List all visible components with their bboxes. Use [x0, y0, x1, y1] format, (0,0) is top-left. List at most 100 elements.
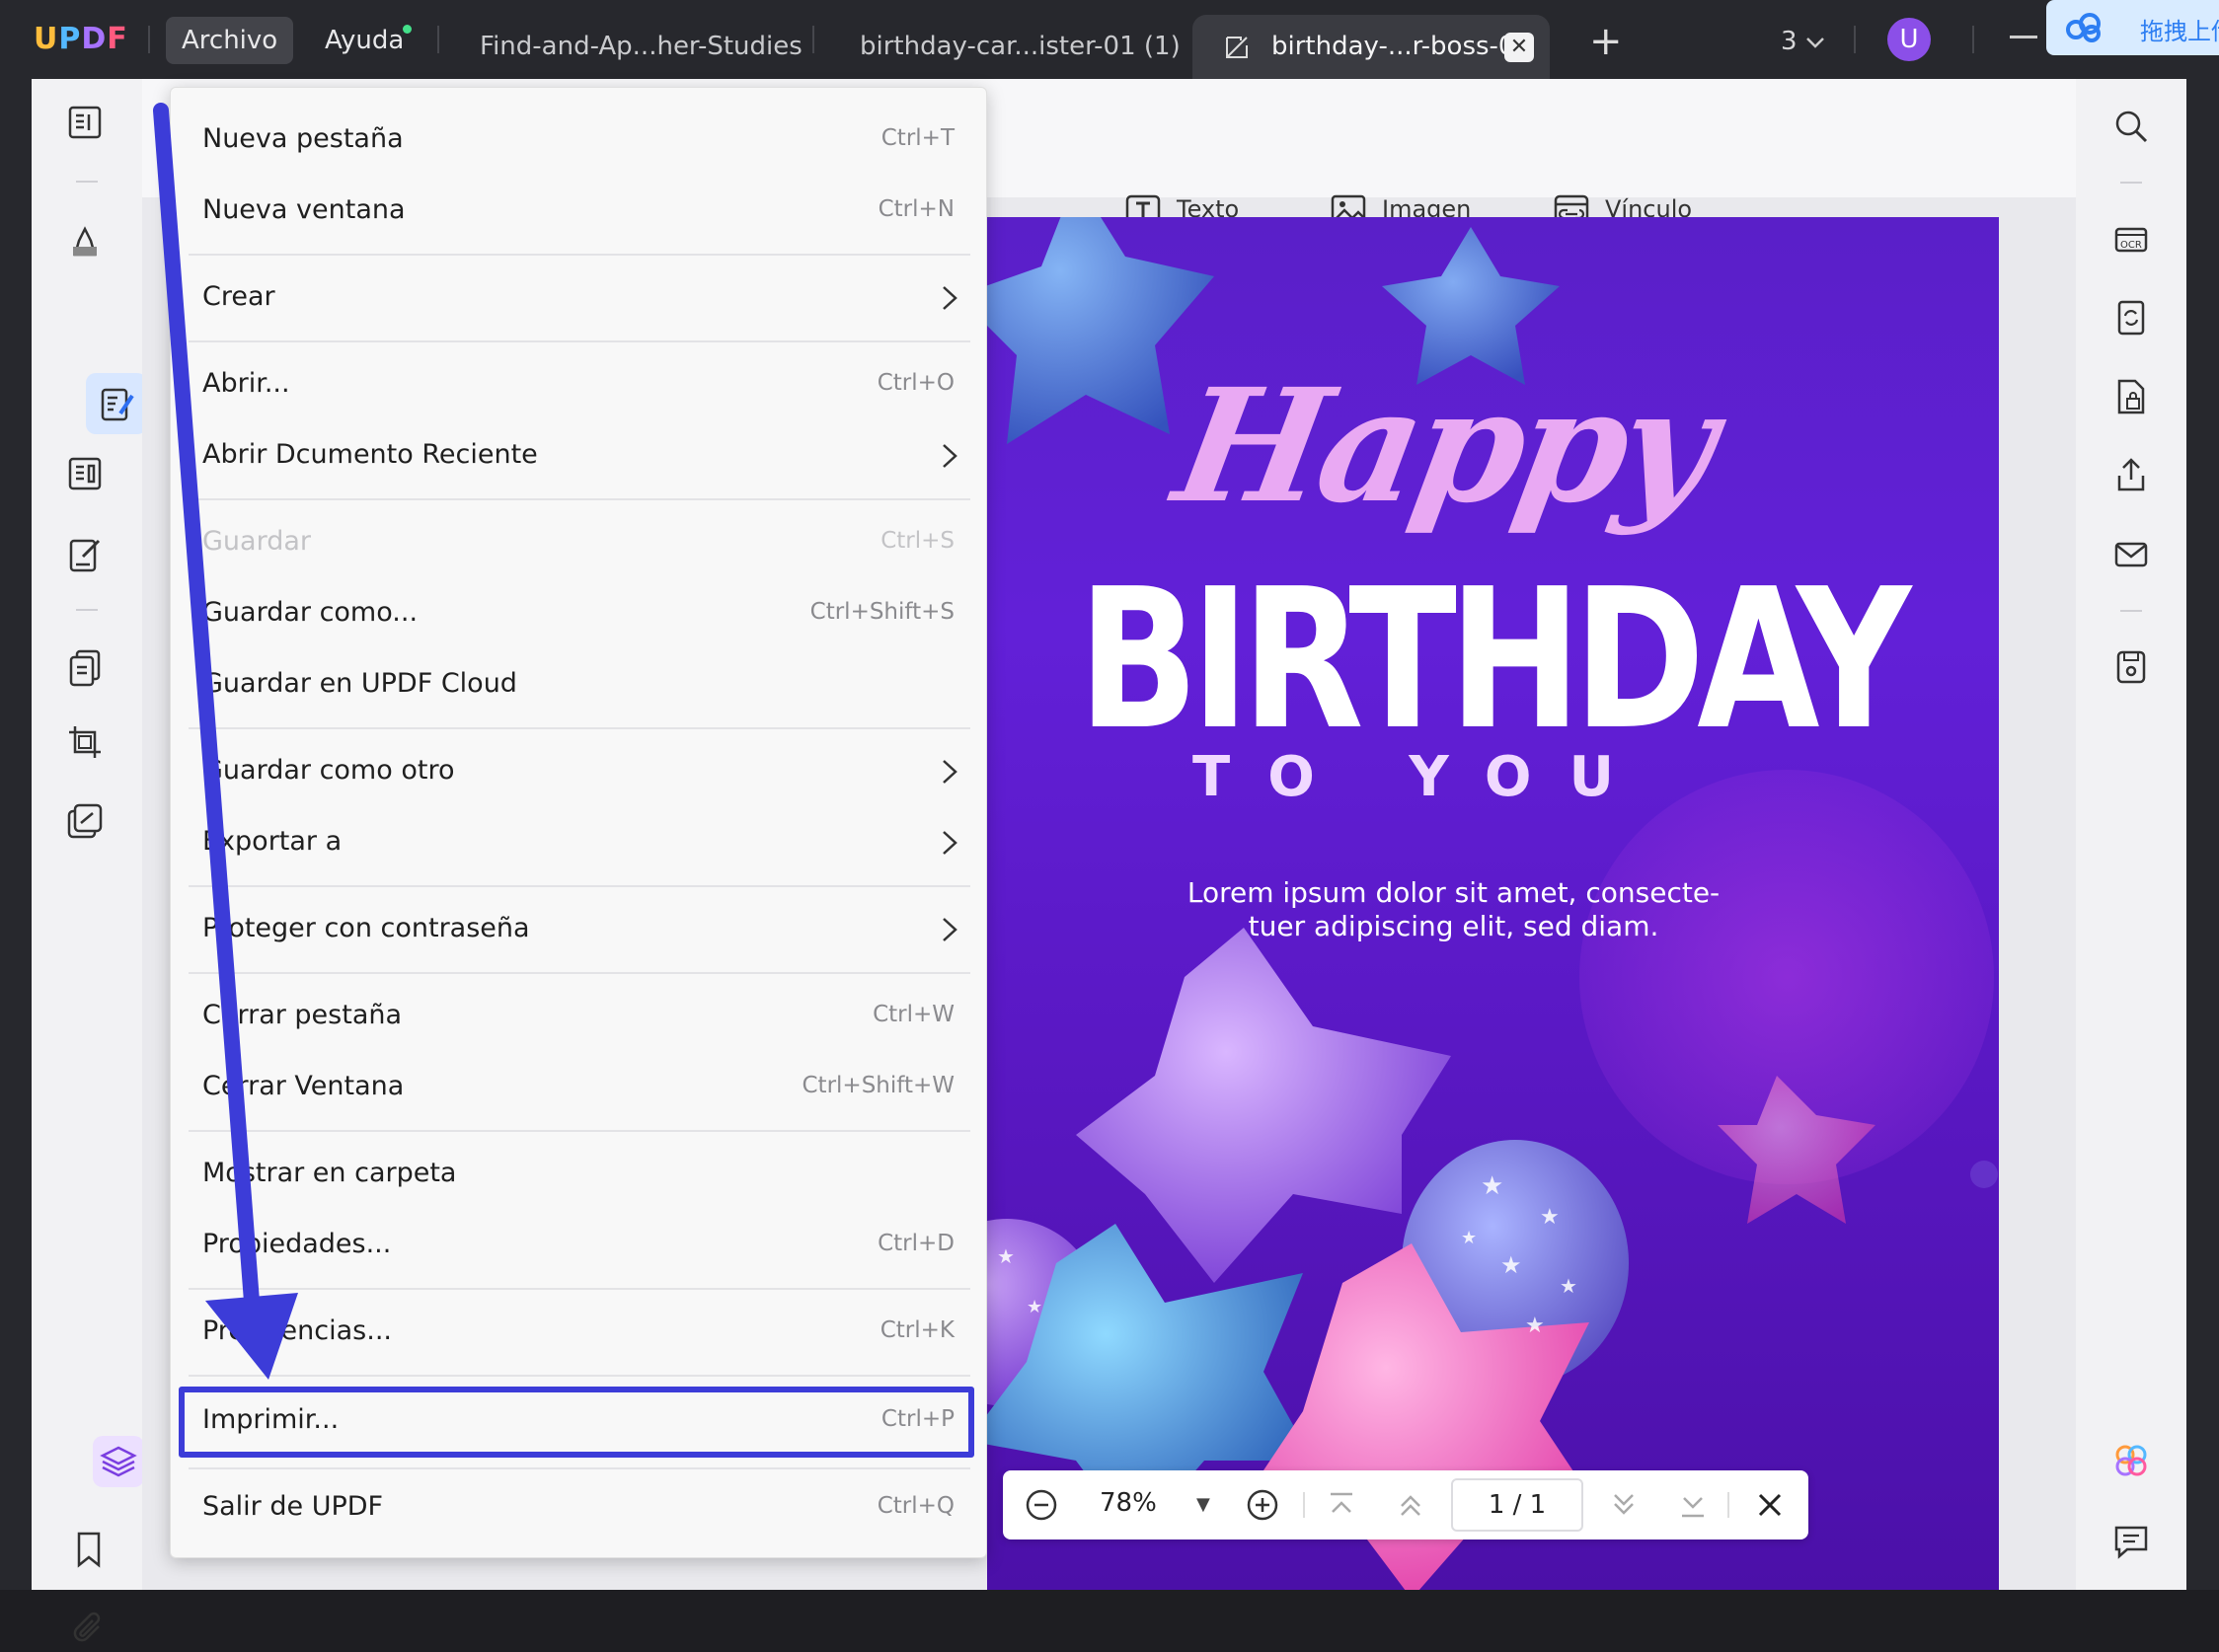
- menu-item-preferencias[interactable]: Preferencias... Ctrl+K: [171, 1298, 988, 1369]
- search-icon[interactable]: [2111, 107, 2151, 146]
- chevron-down-icon: [1805, 37, 1824, 48]
- menu-item-label: Salir de UPDF: [202, 1491, 384, 1522]
- menu-item-label: Guardar: [202, 526, 311, 557]
- fill-sign-icon[interactable]: [65, 535, 105, 574]
- menu-item-nueva-ventana[interactable]: Nueva ventana Ctrl+N: [171, 177, 988, 248]
- share-icon[interactable]: [2111, 456, 2151, 495]
- zoom-dropdown-icon[interactable]: ▼: [1196, 1494, 1210, 1515]
- menu-item-label: Preferencias...: [202, 1315, 392, 1346]
- close-nav-icon[interactable]: [1751, 1486, 1789, 1524]
- updf-window: UPDF Archivo Ayuda Find-and-Ap...her-Stu…: [0, 0, 2219, 1642]
- zoom-out-icon[interactable]: [1023, 1486, 1060, 1524]
- tab-birthday-card-sister[interactable]: birthday-car...ister-01 (1): [860, 15, 1181, 79]
- menu-item-shortcut: Ctrl+O: [877, 370, 955, 396]
- tab-find-and-apply[interactable]: Find-and-Ap...her-Studies: [480, 15, 803, 79]
- menu-item-mostrar-carpeta[interactable]: Mostrar en carpeta: [171, 1140, 988, 1211]
- convert-icon[interactable]: [2111, 298, 2151, 338]
- menu-item-abrir-reciente[interactable]: Abrir Dcumento Reciente: [171, 421, 988, 492]
- right-tool-sidebar: OCR: [2076, 79, 2186, 1590]
- page-number-input[interactable]: 1 / 1: [1451, 1478, 1583, 1532]
- pdf-page-birthday-card: ★ ★ ★ ★ ★ ★ ★ ★ Happy BIRTHDAY TO YOU Lorem ip…: [987, 217, 1999, 1590]
- menu-item-label: Cerrar pestaña: [202, 1000, 403, 1030]
- menu-item-guardar-como-otro[interactable]: Guardar como otro: [171, 737, 988, 808]
- menu-item-cerrar-ventana[interactable]: Cerrar Ventana Ctrl+Shift+W: [171, 1053, 988, 1124]
- menu-separator: [189, 1130, 970, 1132]
- chevron-right-icon: [943, 444, 957, 468]
- close-tab-icon[interactable]: ✕: [1504, 33, 1534, 62]
- cloud-icon: [2066, 13, 2101, 42]
- divider: [437, 26, 439, 53]
- page-tools-icon[interactable]: [65, 647, 105, 687]
- menu-ayuda-label: Ayuda: [325, 26, 405, 55]
- menu-item-exportar[interactable]: Exportar a: [171, 808, 988, 879]
- menu-item-label: Propiedades...: [202, 1229, 392, 1259]
- tab-birthday-boss-active[interactable]: birthday-...r-boss-01 ✕: [1192, 15, 1550, 79]
- crop-icon[interactable]: [65, 722, 105, 762]
- organize-pages-icon[interactable]: [65, 454, 105, 493]
- menu-separator: [189, 972, 970, 974]
- svg-text:★: ★: [1027, 1297, 1042, 1317]
- zoom-in-icon[interactable]: [1244, 1486, 1281, 1524]
- zoom-level[interactable]: 78%: [1100, 1488, 1157, 1518]
- menu-separator: [189, 498, 970, 500]
- menu-item-label: Guardar en UPDF Cloud: [202, 668, 517, 699]
- birthday-heading: BIRTHDAY: [1078, 548, 1911, 773]
- divider: [1972, 26, 1974, 53]
- divider: [76, 609, 98, 611]
- menu-item-shortcut: Ctrl+W: [873, 1002, 955, 1027]
- updf-logo: UPDF: [34, 22, 128, 56]
- protect-icon[interactable]: [2111, 377, 2151, 416]
- previous-page-icon[interactable]: [1392, 1486, 1429, 1524]
- page-navigation-bar: 78% ▼ 1 / 1: [1003, 1470, 1808, 1539]
- menu-item-guardar-como[interactable]: Guardar como... Ctrl+Shift+S: [171, 579, 988, 650]
- save-icon[interactable]: [2111, 647, 2151, 687]
- menu-item-label: Guardar como otro: [202, 755, 455, 786]
- menu-item-nueva-pestana[interactable]: Nueva pestaña Ctrl+T: [171, 106, 988, 177]
- reader-icon[interactable]: [65, 103, 105, 142]
- menu-ayuda[interactable]: Ayuda: [309, 17, 420, 64]
- chevron-right-icon: [943, 286, 957, 310]
- minimize-icon[interactable]: [2010, 36, 2037, 38]
- cloud-upload-widget[interactable]: 拖拽上传: [2046, 0, 2219, 55]
- svg-text:★: ★: [1461, 1228, 1477, 1248]
- menu-item-propiedades[interactable]: Propiedades... Ctrl+D: [171, 1211, 988, 1282]
- next-page-icon[interactable]: [1605, 1486, 1643, 1524]
- menu-separator: [189, 254, 970, 256]
- menu-item-cerrar-pestana[interactable]: Cerrar pestaña Ctrl+W: [171, 982, 988, 1053]
- menu-item-proteger[interactable]: Proteger con contraseña: [171, 895, 988, 966]
- tab-count-dropdown[interactable]: 3: [1781, 22, 1825, 61]
- chevron-right-icon: [943, 831, 957, 855]
- cloud-widget-label: 拖拽上传: [2140, 18, 2219, 45]
- divider: [76, 181, 98, 183]
- svg-text:★: ★: [1560, 1274, 1577, 1298]
- user-avatar[interactable]: U: [1887, 18, 1931, 61]
- menu-item-salir[interactable]: Salir de UPDF Ctrl+Q: [171, 1473, 988, 1544]
- layers-icon[interactable]: [99, 1442, 138, 1481]
- notification-dot: [403, 25, 413, 34]
- menu-item-shortcut: Ctrl+S: [880, 528, 955, 554]
- menu-item-guardar-cloud[interactable]: Guardar en UPDF Cloud: [171, 650, 988, 721]
- last-page-icon[interactable]: [1674, 1486, 1712, 1524]
- edit-document-icon: [1226, 36, 1248, 58]
- attachment-icon[interactable]: [69, 1609, 109, 1648]
- imprimir-highlight-box: [179, 1387, 974, 1458]
- ai-assistant-icon[interactable]: [2111, 1441, 2151, 1480]
- first-page-icon[interactable]: [1323, 1486, 1360, 1524]
- add-tab-icon[interactable]: +: [1589, 18, 1623, 65]
- menu-archivo[interactable]: Archivo: [166, 17, 294, 64]
- menu-item-crear[interactable]: Crear: [171, 263, 988, 335]
- tab-count-label: 3: [1781, 27, 1798, 56]
- watermark-icon[interactable]: [65, 801, 105, 841]
- ocr-icon[interactable]: OCR: [2111, 219, 2151, 259]
- comment-icon[interactable]: [2111, 1522, 2151, 1561]
- menu-item-shortcut: Ctrl+Shift+S: [809, 599, 955, 625]
- menu-item-label: Proteger con contraseña: [202, 913, 530, 943]
- chevron-right-icon: [943, 760, 957, 784]
- highlighter-icon[interactable]: [65, 221, 105, 261]
- email-icon[interactable]: [2111, 535, 2151, 574]
- menu-item-label: Crear: [202, 281, 275, 312]
- menu-item-guardar[interactable]: Guardar Ctrl+S: [171, 508, 988, 579]
- bookmark-icon[interactable]: [69, 1530, 109, 1569]
- menu-item-abrir[interactable]: Abrir... Ctrl+O: [171, 350, 988, 421]
- edit-pdf-icon[interactable]: [97, 384, 136, 423]
